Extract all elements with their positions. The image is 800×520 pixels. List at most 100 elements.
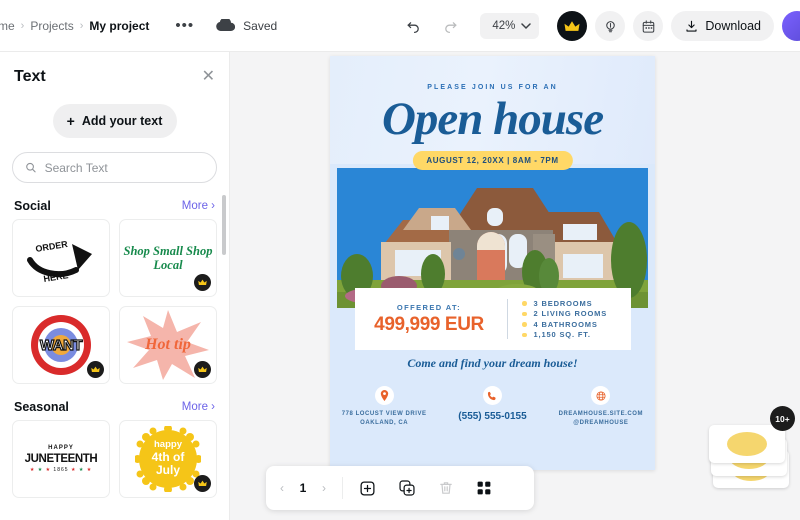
add-page-button[interactable]	[359, 480, 376, 497]
template-card-fourth-of-july[interactable]: happy 4th of July	[119, 420, 217, 498]
pro-crown-badge	[194, 475, 211, 492]
pro-crown-badge	[87, 361, 104, 378]
add-text-label: Add your text	[81, 114, 163, 128]
panel-scrollbar[interactable]	[222, 195, 226, 255]
list-item: 1,150 SQ. FT.	[522, 330, 607, 339]
poster-eyebrow: PLEASE JOIN US FOR AN	[427, 84, 558, 91]
toolbar-divider	[342, 477, 343, 499]
editor-root: me › Projects › My project ••• Saved 42%…	[0, 0, 800, 520]
calendar-button[interactable]	[633, 11, 664, 41]
chevron-down-icon	[521, 22, 532, 29]
download-label: Download	[705, 19, 761, 33]
pro-crown-badge	[194, 361, 211, 378]
template-card-hot-tip[interactable]: Hot tip	[119, 306, 217, 384]
poster-contact-row: 778 LOCUST VIEW DRIVE OAKLAND, CA (555) 5…	[330, 386, 655, 427]
panel-title: Text	[14, 68, 46, 85]
page-thumbnails-stack[interactable]: 10+	[707, 406, 795, 488]
poster-date-badge[interactable]: AUGUST 12, 20XX | 8AM - 7PM	[412, 151, 573, 170]
poster-design[interactable]: PLEASE JOIN US FOR AN Open house AUGUST …	[330, 56, 655, 470]
list-item: 3 BEDROOMS	[522, 299, 607, 308]
close-panel-button[interactable]: ✕	[202, 69, 215, 85]
poster-details-card: OFFERED AT: 499,999 EUR 3 BEDROOMS 2 LIV…	[355, 288, 631, 350]
section-header-seasonal: Seasonal More ›	[0, 384, 229, 420]
crown-icon	[91, 366, 100, 372]
breadcrumb-projects[interactable]: Projects	[24, 19, 79, 33]
plus-icon: +	[66, 113, 75, 129]
add-your-text-button[interactable]: + Add your text	[52, 104, 177, 138]
poster-web-text: DREAMHOUSE.SITE.COM @DREAMHOUSE	[558, 411, 644, 426]
breadcrumb-current-project[interactable]: My project	[83, 19, 155, 33]
template-card-juneteenth[interactable]: HAPPY JUNETEENTH ★ ★ ★ 1865 ★ ★ ★	[12, 420, 110, 498]
breadcrumb-home[interactable]: me	[0, 19, 21, 33]
hot-tip-text: Hot tip	[145, 336, 191, 353]
crown-icon	[198, 279, 207, 285]
search-text-field[interactable]	[12, 152, 217, 183]
order-here-art: ORDER HERE	[13, 220, 109, 296]
poster-contact-web: DREAMHOUSE.SITE.COM @DREAMHOUSE	[547, 386, 655, 427]
prev-page-button[interactable]: ‹	[280, 481, 284, 495]
poster-tagline: Come and find your dream house!	[407, 356, 578, 370]
page-actions	[359, 479, 492, 497]
page-number: 1	[299, 481, 307, 495]
poster-title[interactable]: Open house	[330, 92, 655, 146]
poster-offered-label: OFFERED AT:	[396, 302, 462, 312]
svg-text:ORDER: ORDER	[35, 239, 69, 254]
page-toolbar: ‹ 1 ›	[266, 466, 534, 510]
duplicate-page-button[interactable]	[398, 479, 416, 497]
more-options-button[interactable]: •••	[167, 17, 202, 34]
search-input[interactable]	[44, 160, 204, 175]
poster-contact-address: 778 LOCUST VIEW DRIVE OAKLAND, CA	[330, 386, 438, 427]
section-title-social: Social	[14, 199, 51, 213]
poster-house-photo[interactable]	[337, 168, 648, 308]
section-header-social: Social More ›	[0, 183, 229, 219]
phone-icon	[482, 386, 502, 405]
top-toolbar: me › Projects › My project ••• Saved 42%…	[0, 0, 800, 52]
template-grid-social: ORDER HERE Shop Small Shop Local WANT Ho…	[0, 219, 229, 384]
more-link-seasonal[interactable]: More ›	[182, 401, 215, 413]
redo-button[interactable]	[436, 11, 466, 41]
grid-view-button[interactable]	[476, 480, 492, 496]
upgrade-crown-button[interactable]	[557, 11, 588, 41]
ideas-button[interactable]	[595, 11, 626, 41]
list-item: 2 LIVING ROOMS	[522, 309, 607, 318]
bullet-icon	[522, 332, 527, 337]
fourth-of-july-text: happy 4th of July	[151, 439, 185, 478]
delete-page-button[interactable]	[438, 480, 454, 496]
search-icon	[26, 162, 36, 173]
list-item: 4 BATHROOMS	[522, 320, 607, 329]
poster-feature-list: 3 BEDROOMS 2 LIVING ROOMS 4 BATHROOMS 1,…	[508, 297, 607, 341]
zoom-value: 42%	[492, 20, 516, 32]
poster-address-text: 778 LOCUST VIEW DRIVE OAKLAND, CA	[341, 411, 427, 426]
page-navigator: ‹ 1 ›	[280, 481, 326, 495]
poster-date-text: AUGUST 12, 20XX | 8AM - 7PM	[426, 156, 559, 165]
panel-header: Text ✕	[0, 52, 229, 94]
bullet-icon	[522, 322, 527, 327]
crown-icon	[198, 366, 207, 372]
template-card-want[interactable]: WANT	[12, 306, 110, 384]
download-button[interactable]: Download	[671, 11, 774, 41]
crown-icon	[198, 480, 207, 486]
breadcrumb: me › Projects › My project ••• Saved	[0, 17, 277, 34]
template-card-shop-small-shop-local[interactable]: Shop Small Shop Local	[119, 219, 217, 297]
more-link-social[interactable]: More ›	[182, 200, 215, 212]
poster-price-block: OFFERED AT: 499,999 EUR	[355, 303, 507, 336]
want-text: WANT	[39, 336, 83, 354]
text-panel: Text ✕ + Add your text Social More ›	[0, 52, 229, 520]
zoom-control[interactable]: 42%	[480, 13, 540, 39]
globe-icon	[591, 386, 611, 405]
next-page-button[interactable]: ›	[322, 481, 326, 495]
undo-button[interactable]	[398, 11, 428, 41]
template-grid-seasonal: HAPPY JUNETEENTH ★ ★ ★ 1865 ★ ★ ★ happy …	[0, 420, 229, 498]
template-card-order-here[interactable]: ORDER HERE	[12, 219, 110, 297]
saved-status: Saved	[243, 18, 278, 33]
lightbulb-icon	[606, 20, 615, 32]
juneteenth-art: HAPPY JUNETEENTH ★ ★ ★ 1865 ★ ★ ★	[24, 445, 98, 473]
shop-small-text: Shop Small Shop Local	[123, 244, 213, 272]
bullet-icon	[522, 311, 527, 316]
calendar-icon	[642, 19, 655, 33]
stack-sheet[interactable]	[709, 425, 785, 463]
user-avatar[interactable]	[782, 11, 800, 41]
cloud-saved-icon	[216, 19, 236, 32]
poster-phone-text: (555) 555-0155	[458, 411, 527, 422]
bullet-icon	[522, 301, 527, 306]
